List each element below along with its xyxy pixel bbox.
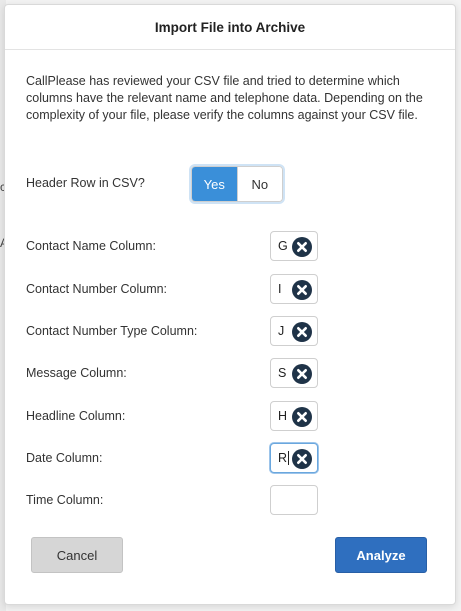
close-circle-icon[interactable] — [292, 364, 312, 384]
text-caret — [288, 451, 290, 466]
contact-number-column-label: Contact Number Column: — [26, 282, 168, 296]
date-column-field[interactable]: R — [270, 443, 318, 473]
header-row-label: Header Row in CSV? — [26, 176, 145, 190]
contact-name-column-value: G — [278, 239, 288, 253]
cancel-button[interactable]: Cancel — [31, 537, 123, 573]
header-row-no-button[interactable]: No — [236, 167, 282, 201]
time-column-label: Time Column: — [26, 493, 104, 507]
header-row-toggle: Yes No — [191, 166, 283, 202]
dialog-title: Import File into Archive — [154, 19, 306, 35]
message-column-value: S — [278, 366, 287, 380]
contact-number-type-column-field[interactable]: J — [270, 316, 318, 346]
headline-column-field[interactable]: H — [270, 401, 318, 431]
close-circle-icon[interactable] — [292, 280, 312, 300]
contact-number-column-value: I — [278, 282, 282, 296]
import-dialog: Import File into Archive CallPlease has … — [4, 4, 456, 605]
date-column-value: R — [278, 450, 290, 466]
contact-number-column-field[interactable]: I — [270, 274, 318, 304]
close-circle-icon[interactable] — [292, 237, 312, 257]
message-column-label: Message Column: — [26, 366, 127, 380]
intro-text: CallPlease has reviewed your CSV file an… — [26, 74, 423, 122]
dialog-header: Import File into Archive — [5, 5, 455, 50]
analyze-button[interactable]: Analyze — [335, 537, 427, 573]
contact-name-column-field[interactable]: G — [270, 231, 318, 261]
close-circle-icon[interactable] — [292, 407, 312, 427]
close-circle-icon[interactable] — [292, 322, 312, 342]
date-column-label: Date Column: — [26, 451, 103, 465]
contact-name-column-label: Contact Name Column: — [26, 239, 156, 253]
contact-number-type-column-value: J — [278, 324, 285, 338]
contact-number-type-column-label: Contact Number Type Column: — [26, 324, 198, 338]
message-column-field[interactable]: S — [270, 358, 318, 388]
close-circle-icon[interactable] — [292, 449, 312, 469]
headline-column-value: H — [278, 409, 288, 423]
headline-column-label: Headline Column: — [26, 409, 126, 423]
header-row-yes-button[interactable]: Yes — [192, 167, 237, 201]
time-column-field[interactable] — [270, 485, 318, 515]
